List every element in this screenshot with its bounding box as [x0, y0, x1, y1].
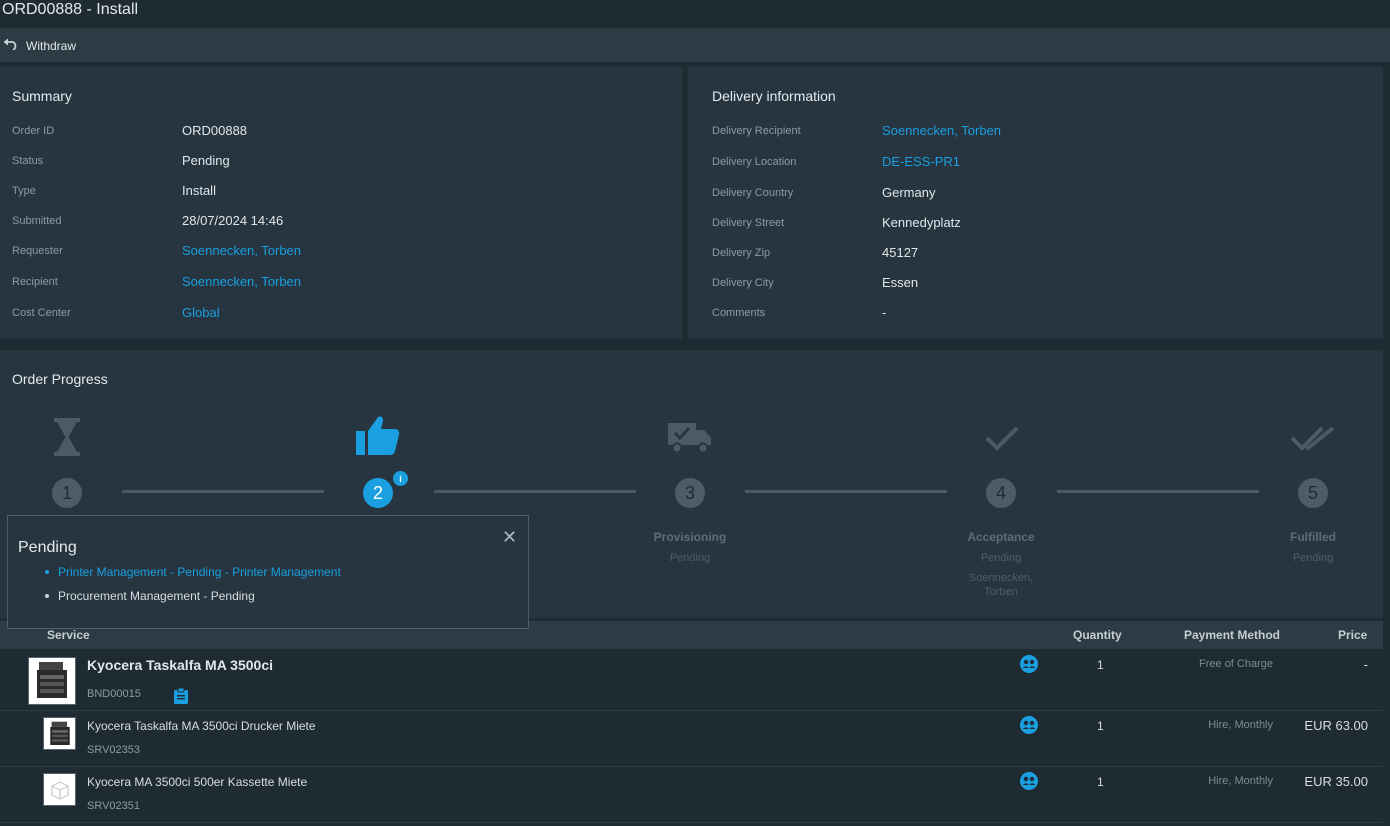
cost-center-link[interactable]: Global — [182, 305, 220, 320]
row-divider — [0, 822, 1383, 823]
field-label-submitted: Submitted — [12, 215, 62, 227]
field-value-type: Install — [182, 183, 216, 198]
hourglass-icon — [54, 418, 80, 461]
popup-item: Procurement Management - Pending — [58, 589, 255, 603]
step-2-number[interactable]: 2 — [363, 478, 393, 508]
summary-panel: Summary Order ID ORD00888 Status Pending… — [0, 67, 682, 339]
field-label-status: Status — [12, 155, 44, 167]
field-label-comments: Comments — [712, 307, 766, 319]
price-value: EUR 35.00 — [1304, 774, 1368, 789]
summary-title: Summary — [12, 88, 72, 104]
check-icon — [985, 425, 1019, 456]
field-value-order-id: ORD00888 — [182, 123, 248, 138]
field-value-status: Pending — [182, 153, 230, 168]
bullet-icon — [45, 594, 49, 598]
header-payment-method: Payment Method — [1184, 628, 1281, 642]
price-value: EUR 63.00 — [1304, 718, 1368, 733]
table-row[interactable]: Kyocera Taskalfa MA 3500ci BND00015 1 Fr… — [0, 650, 1383, 710]
field-value-delivery-street: Kennedyplatz — [882, 215, 961, 230]
undo-icon — [3, 37, 19, 55]
service-name[interactable]: Kyocera MA 3500ci 500er Kassette Miete — [87, 775, 307, 789]
step-connector-3 — [745, 490, 947, 493]
group-icon — [1020, 716, 1038, 734]
delivery-panel: Delivery information Delivery Recipient … — [688, 67, 1383, 339]
service-code: SRV02353 — [87, 744, 141, 756]
delivery-title: Delivery information — [712, 88, 836, 104]
header-price: Price — [1338, 628, 1368, 642]
printer-image — [28, 657, 76, 705]
recipient-link[interactable]: Soennecken, Torben — [182, 274, 301, 289]
order-progress-title: Order Progress — [12, 371, 108, 387]
field-label-delivery-zip: Delivery Zip — [712, 247, 771, 259]
withdraw-button[interactable]: Withdraw — [3, 37, 76, 55]
table-row[interactable]: Kyocera MA 3500ci 500er Kassette Miete S… — [0, 767, 1383, 822]
popup-item-link[interactable]: Printer Management - Pending - Printer M… — [58, 565, 341, 579]
step-4-number: 4 — [986, 478, 1016, 508]
step-1-number: 1 — [52, 478, 82, 508]
field-value-delivery-city: Essen — [882, 275, 919, 290]
group-icon — [1020, 772, 1038, 790]
delivery-location-link[interactable]: DE-ESS-PR1 — [882, 154, 960, 169]
field-value-delivery-zip: 45127 — [882, 245, 919, 260]
info-icon[interactable]: i — [392, 470, 409, 487]
withdraw-label: Withdraw — [26, 39, 77, 53]
field-label-requester: Requester — [12, 245, 63, 257]
quantity-value: 1 — [1097, 719, 1104, 733]
thumbs-up-icon — [356, 415, 400, 460]
step-3-number: 3 — [675, 478, 705, 508]
popup-title: Pending — [18, 539, 77, 556]
price-value: - — [1363, 657, 1368, 672]
field-value-comments: - — [882, 305, 887, 320]
step-3-name: Provisioning — [653, 530, 727, 544]
step-5-status: Pending — [1292, 552, 1334, 564]
delivery-recipient-link[interactable]: Soennecken, Torben — [882, 123, 1001, 138]
field-label-delivery-recipient: Delivery Recipient — [712, 125, 801, 137]
group-icon — [1020, 655, 1038, 673]
field-label-recipient: Recipient — [12, 276, 58, 288]
service-code: SRV02351 — [87, 800, 141, 812]
table-row[interactable]: Kyocera Taskalfa MA 3500ci Drucker Miete… — [0, 711, 1383, 766]
toolbar: Withdraw — [0, 28, 1390, 62]
bullet-icon — [45, 570, 49, 574]
step-5-name: Fulfilled — [1290, 530, 1336, 544]
title-bar: ORD00888 - Install — [0, 0, 1390, 26]
step-4-status: Pending — [980, 552, 1022, 564]
step-connector-2 — [434, 490, 636, 493]
field-label-delivery-street: Delivery Street — [712, 217, 785, 229]
step-status-popup: Pending ✕ Printer Management - Pending -… — [7, 515, 529, 629]
step-5-number: 5 — [1298, 478, 1328, 508]
cassette-image — [43, 773, 76, 806]
step-connector-4 — [1057, 490, 1259, 493]
quantity-value: 1 — [1097, 658, 1104, 672]
field-label-delivery-city: Delivery City — [712, 277, 774, 289]
field-label-cost-center: Cost Center — [12, 307, 71, 319]
field-value-submitted: 28/07/2024 14:46 — [182, 213, 284, 228]
service-name[interactable]: Kyocera Taskalfa MA 3500ci Drucker Miete — [87, 719, 316, 733]
quantity-value: 1 — [1097, 775, 1104, 789]
service-name[interactable]: Kyocera Taskalfa MA 3500ci — [87, 657, 273, 673]
field-label-delivery-location: Delivery Location — [712, 156, 797, 168]
field-label-order-id: Order ID — [12, 125, 55, 137]
header-quantity: Quantity — [1073, 628, 1122, 642]
step-connector-1 — [122, 490, 324, 493]
page-title: ORD00888 - Install — [2, 1, 139, 18]
requester-link[interactable]: Soennecken, Torben — [182, 243, 301, 258]
printer-image — [43, 717, 76, 750]
double-check-icon — [1290, 425, 1335, 456]
service-code: BND00015 — [87, 688, 141, 700]
step-3-status: Pending — [669, 552, 711, 564]
clipboard-icon[interactable] — [174, 687, 188, 709]
step-4-person: Soennecken, Torben — [968, 572, 1034, 598]
close-icon[interactable]: ✕ — [502, 527, 517, 548]
step-4-name: Acceptance — [967, 530, 1035, 544]
field-label-delivery-country: Delivery Country — [712, 187, 794, 199]
field-value-delivery-country: Germany — [882, 185, 936, 200]
field-label-type: Type — [12, 185, 36, 197]
truck-check-icon — [668, 421, 712, 458]
header-service: Service — [47, 628, 90, 642]
